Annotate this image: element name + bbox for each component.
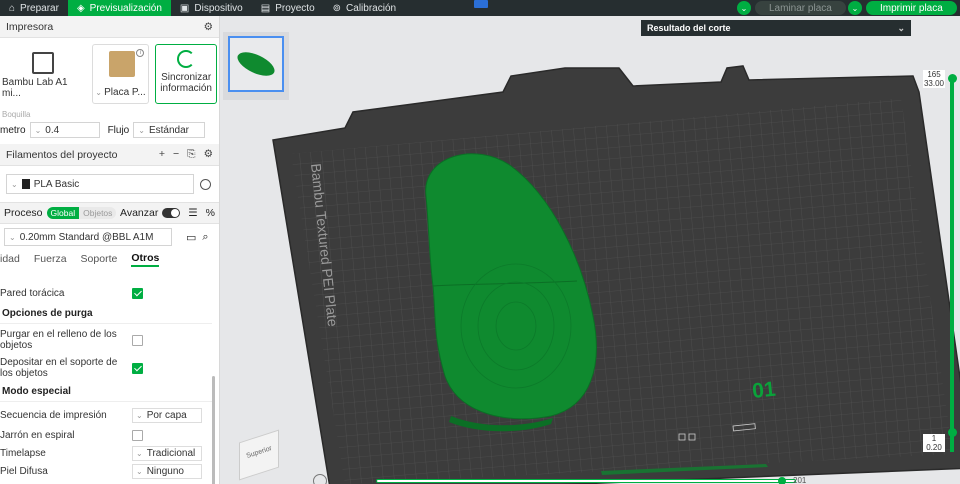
tab-proyecto[interactable]: ▤ Proyecto (252, 0, 324, 16)
home-icon: ⌂ (9, 2, 16, 14)
tab-calidad[interactable]: idad (0, 253, 20, 265)
move-slider[interactable] (376, 479, 796, 483)
chevron-down-icon: ⌄ (136, 466, 143, 476)
purge-support-checkbox[interactable] (132, 362, 143, 374)
filament-sync-icon[interactable]: ⎘ (187, 148, 195, 161)
params-list: Pared torácica Opciones de purga Purgar … (0, 282, 212, 480)
param-row: Timelapse ⌄ Tradicional (0, 444, 212, 462)
filament-item: ⌄ PLA Basic (6, 172, 213, 196)
plate-card[interactable]: i ⌄ Placa P... (91, 44, 150, 104)
camera-reset-icon[interactable] (313, 474, 327, 484)
add-icon[interactable]: + (159, 148, 165, 161)
flow-select[interactable]: ⌄ Estándar (133, 122, 206, 138)
chevron-down-icon[interactable]: ⌄ (897, 23, 905, 34)
chevron-down-icon: ⌄ (136, 410, 143, 420)
nozzle-select[interactable]: ⌄ 0.4 (29, 122, 100, 138)
param-row: Depositar en el soporte de los objetos (0, 354, 212, 382)
process-subtabs: idad Fuerza Soporte Otros (0, 250, 219, 268)
chevron-down-icon: ⌄ (34, 125, 42, 135)
tab-calibracion[interactable]: ⊚ Calibración (324, 0, 405, 16)
purge-infill-checkbox[interactable] (132, 334, 143, 346)
printer-icon (32, 52, 54, 74)
slice-plate-button[interactable]: ⌄ Laminar placa (737, 0, 846, 16)
timelapse-select[interactable]: ⌄ Tradicional (132, 445, 202, 461)
view-cube[interactable]: Superior (239, 429, 285, 481)
filament-select[interactable]: ⌄ PLA Basic (6, 174, 194, 194)
tab-dispositivo[interactable]: ▣ Dispositivo (171, 0, 252, 16)
top-toolbar: ⌂ Preparar ◈ Previsualización ▣ Dispositivo… (0, 0, 960, 16)
remove-icon[interactable]: − (173, 148, 179, 161)
search-icon[interactable]: ⌕ (202, 231, 208, 244)
pared-toracica-checkbox[interactable] (132, 287, 143, 299)
info-icon[interactable]: i (136, 49, 145, 57)
layers-icon: ◈ (76, 2, 85, 14)
build-plate-scene: Bambu Textured PEI Plate 01 (272, 65, 960, 484)
settings-sidebar: Impresora ⚙ Bambu Lab A1 mi... i ⌄ Placa… (0, 16, 220, 484)
param-row: Jarrón en espiral (0, 426, 212, 444)
param-row: Purgar en el relleno de los objetos (0, 326, 212, 354)
tab-preparar[interactable]: ⌂ Preparar (0, 0, 68, 16)
calibration-icon: ⊚ (332, 2, 342, 14)
plate-number: 01 (751, 378, 777, 403)
params-scrollbar[interactable] (212, 376, 215, 484)
filament-color-swatch[interactable] (21, 179, 30, 189)
percent-icon[interactable]: % (206, 207, 215, 219)
nozzle-caption: Boquilla (2, 110, 31, 119)
advanced-toggle[interactable] (162, 208, 181, 218)
printer-section-header: Impresora ⚙ (0, 16, 219, 38)
move-slider-value: 201 (793, 476, 807, 484)
chevron-down-icon: ⌄ (138, 125, 145, 135)
more-options-icon[interactable] (200, 178, 211, 190)
param-row: Pared torácica (0, 282, 212, 304)
move-slider-knob[interactable] (778, 477, 786, 484)
document-icon: ▤ (260, 2, 271, 14)
gear-icon[interactable]: ⚙ (204, 148, 213, 161)
printer-row: Bambu Lab A1 mi... i ⌄ Placa P... Sincro… (0, 38, 219, 110)
chevron-down-icon: ⌄ (9, 232, 16, 242)
fuzzy-skin-select[interactable]: ⌄ Ninguno (132, 463, 202, 479)
print-plate-button[interactable]: ⌄ Imprimir placa (848, 0, 957, 16)
slice-result-panel[interactable]: Resultado del corte ⌄ (641, 20, 911, 36)
process-preset-row: ⌄ 0.20mm Standard @BBL A1M ▭ ⌕ (0, 224, 219, 250)
build-plate (272, 65, 960, 484)
process-preset-select[interactable]: ⌄ 0.20mm Standard @BBL A1M (4, 228, 172, 246)
param-row: Secuencia de impresión ⌄ Por capa (0, 404, 212, 426)
sync-icon (177, 49, 196, 68)
special-mode-group-title: Modo especial (0, 382, 212, 402)
tab-previsualizacion[interactable]: ◈ Previsualización (67, 0, 171, 16)
tab-fuerza[interactable]: Fuerza (34, 253, 67, 265)
sync-info-button[interactable]: Sincronizar información (155, 44, 217, 104)
chevron-down-icon[interactable]: ⌄ (737, 1, 751, 15)
spiral-vase-checkbox[interactable] (132, 429, 143, 441)
tab-soporte[interactable]: Soporte (81, 253, 118, 265)
chevron-down-icon: ⌄ (95, 88, 105, 97)
layer-slider-bottom-knob[interactable] (948, 428, 957, 437)
list-icon[interactable]: ☰ (188, 207, 197, 219)
3d-viewport[interactable]: Bambu Textured PEI Plate 01 Resultado de… (221, 16, 960, 484)
layer-bottom-label: 1 0.20 (923, 434, 945, 452)
chevron-down-icon[interactable]: ⌄ (848, 1, 862, 15)
param-row: Piel Difusa ⌄ Ninguno (0, 462, 212, 480)
layer-slider[interactable] (950, 78, 954, 452)
tab-otros[interactable]: Otros (131, 252, 160, 267)
filaments-section-header: Filamentos del proyecto + − ⎘ ⚙ (0, 144, 219, 166)
nozzle-row: metro ⌄ 0.4 Flujo ⌄ Estándar (0, 120, 219, 140)
printer-card[interactable]: Bambu Lab A1 mi... (2, 44, 86, 104)
monitor-icon (474, 0, 488, 8)
purge-group-title: Opciones de purga (0, 304, 212, 324)
layer-top-label: 165 33.00 (923, 70, 945, 88)
save-icon[interactable]: ▭ (186, 231, 196, 244)
process-section-header: Proceso Global Objetos Avanzar ☰ % (0, 202, 219, 224)
device-icon: ▣ (179, 2, 190, 14)
print-sequence-select[interactable]: ⌄ Por capa (132, 407, 202, 423)
global-objects-switch[interactable]: Global Objetos (46, 207, 116, 219)
plate-icon (108, 51, 135, 77)
chevron-down-icon: ⌄ (136, 448, 143, 458)
gear-icon[interactable]: ⚙ (204, 21, 213, 33)
chevron-down-icon: ⌄ (11, 179, 18, 189)
